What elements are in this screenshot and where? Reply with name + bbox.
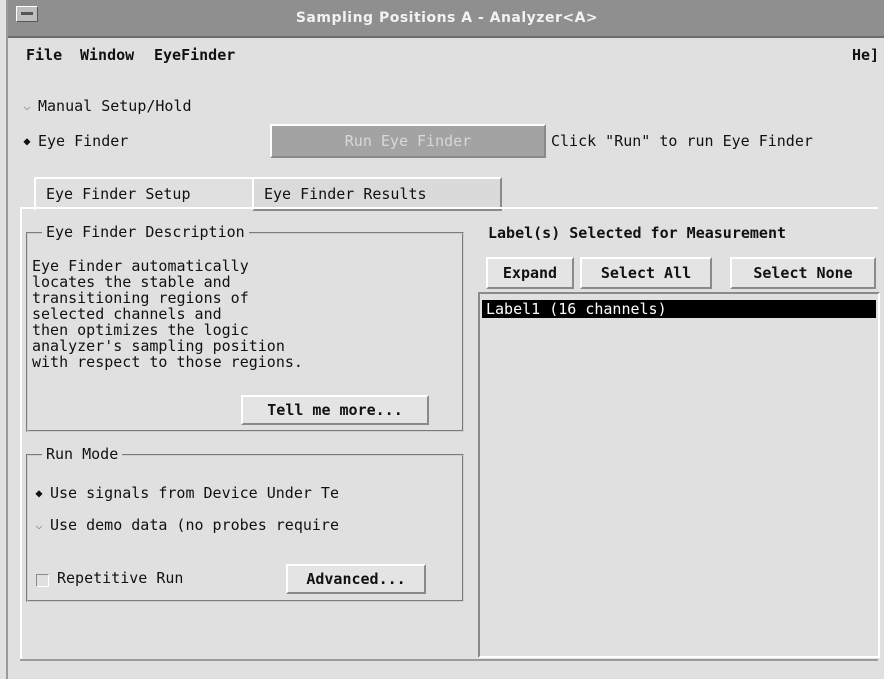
labels-section-title: Label(s) Selected for Measurement <box>488 224 787 242</box>
radio-selected-icon: ◆ <box>35 486 43 500</box>
manual-setup-label: Manual Setup/Hold <box>38 97 192 115</box>
tell-me-more-button[interactable]: Tell me more... <box>241 395 429 425</box>
window-title: Sampling Positions A - Analyzer<A> <box>295 10 599 26</box>
menu-help[interactable]: He] <box>852 46 879 64</box>
select-none-button[interactable]: Select None <box>730 257 876 289</box>
menu-eyefinder[interactable]: EyeFinder <box>154 46 235 64</box>
menu-window[interactable]: Window <box>80 46 134 64</box>
labels-listbox[interactable]: Label1 (16 channels) <box>478 292 880 658</box>
status-divider <box>20 659 878 661</box>
radio-unselected-icon: ⌵ <box>23 99 31 113</box>
checkbox-icon <box>36 573 49 587</box>
radio-unselected-icon: ⌵ <box>35 518 43 532</box>
title-bar[interactable]: Sampling Positions A - Analyzer<A> <box>8 0 884 38</box>
repetitive-run-checkbox[interactable]: Repetitive Run <box>36 569 183 587</box>
repetitive-run-label: Repetitive Run <box>57 569 184 587</box>
menu-file[interactable]: File <box>26 46 62 64</box>
tab-eye-finder-results[interactable]: Eye Finder Results <box>252 177 502 211</box>
description-group-title: Eye Finder Description <box>42 223 249 241</box>
advanced-button[interactable]: Advanced... <box>286 564 426 594</box>
eye-finder-radio[interactable]: ◆ Eye Finder <box>20 132 128 150</box>
eye-finder-label: Eye Finder <box>38 132 129 150</box>
run-eye-finder-button[interactable]: Run Eye Finder <box>270 124 546 158</box>
expand-button[interactable]: Expand <box>486 257 574 289</box>
run-mode-group-title: Run Mode <box>42 445 123 463</box>
status-message: Click "Run" to run Eye Finder <box>551 132 813 150</box>
description-text: Eye Finder automatically locates the sta… <box>32 258 303 370</box>
list-item[interactable]: Label1 (16 channels) <box>482 300 876 318</box>
use-signals-radio[interactable]: ◆ Use signals from Device Under Te <box>32 484 339 502</box>
tab-eye-finder-setup[interactable]: Eye Finder Setup <box>34 177 268 211</box>
description-line: with respect to those regions. <box>32 353 303 371</box>
select-all-button[interactable]: Select All <box>580 257 712 289</box>
use-signals-label: Use signals from Device Under Te <box>50 484 339 502</box>
radio-selected-icon: ◆ <box>23 134 31 148</box>
menu-bar: File Window EyeFinder He] <box>8 42 884 70</box>
use-demo-label: Use demo data (no probes require <box>50 516 339 534</box>
manual-setup-radio[interactable]: ⌵ Manual Setup/Hold <box>20 97 192 115</box>
use-demo-radio[interactable]: ⌵ Use demo data (no probes require <box>32 516 339 534</box>
